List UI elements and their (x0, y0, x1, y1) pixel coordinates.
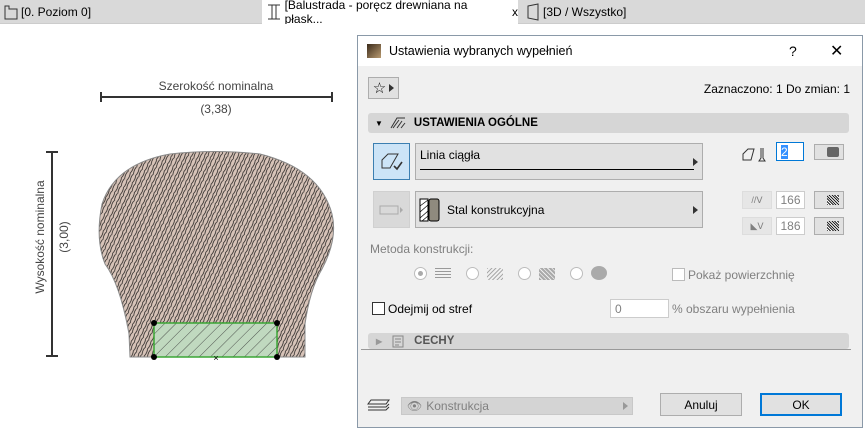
eye-icon: 👁 (407, 399, 423, 413)
tab-label: [0. Poziom 0] (21, 5, 92, 19)
3d-view-icon (527, 3, 539, 21)
bg-pen-icon: ◣ᐯ (742, 217, 772, 235)
help-button[interactable]: ? (789, 43, 797, 59)
fill-icon (390, 117, 406, 129)
section-general-header[interactable]: ▼ USTAWIENIA OGÓLNE (368, 113, 849, 133)
svg-text:×: × (213, 353, 218, 363)
width-value: (3,38) (200, 102, 232, 116)
contour-pen-icon (742, 148, 766, 162)
tab-floor-plan[interactable]: [0. Poziom 0] (0, 0, 262, 24)
ok-button[interactable]: OK (760, 393, 842, 416)
section-title: CECHY (414, 335, 455, 347)
close-button[interactable]: ✕ (830, 41, 843, 61)
app-icon (367, 44, 381, 58)
fill-category-button (373, 191, 410, 228)
method-radio-vectorial[interactable] (466, 267, 479, 280)
line-type-label: Linia ciągła (420, 148, 481, 162)
height-value: (3,00) (57, 221, 71, 253)
contour-toggle-button[interactable] (373, 143, 410, 180)
drawing-canvas[interactable]: × Szerokość nominalna (3,38) Wysokość no… (0, 24, 357, 428)
contour-pen-color-button[interactable] (814, 144, 844, 160)
building-material-dropdown[interactable]: Stal konstrukcyjna (415, 191, 703, 228)
gradient-fill-icon (591, 266, 607, 280)
line-preview (420, 169, 694, 170)
height-label: Wysokość nominalna (33, 180, 47, 294)
properties-icon (392, 335, 404, 347)
expand-icon: ▶ (376, 336, 383, 346)
cancel-button[interactable]: Anuluj (660, 393, 742, 416)
dialog-title: Ustawienia wybranych wypełnień (389, 44, 573, 58)
method-radio-image[interactable] (518, 267, 531, 280)
tab-3d[interactable]: [3D / Wszystko] (522, 0, 722, 24)
line-type-dropdown[interactable]: Linia ciągła (415, 143, 703, 180)
method-radio-solid[interactable] (414, 267, 427, 280)
solid-fill-icon (435, 268, 451, 280)
layers-icon (367, 399, 390, 411)
collapse-icon: ▼ (375, 118, 383, 128)
show-surface-checkbox[interactable] (672, 268, 685, 281)
divider (361, 349, 851, 350)
section-properties-header[interactable]: ▶ CECHY (368, 333, 849, 349)
bg-pen-color-button[interactable] (814, 217, 844, 235)
width-label: Szerokość nominalna (158, 79, 274, 93)
tab-label: [3D / Wszystko] (543, 5, 627, 19)
selection-status: Zaznaczono: 1 Do zmian: 1 (703, 82, 850, 96)
method-radio-gradient[interactable] (570, 267, 583, 280)
floor-plan-icon (4, 5, 18, 20)
fg-pen-color-button[interactable] (814, 191, 844, 209)
contour-icon (381, 153, 403, 170)
fill-settings-dialog: Ustawienia wybranych wypełnień ? ✕ ☆ Zaz… (357, 35, 863, 428)
tab-close-button[interactable]: x (512, 5, 518, 19)
subtract-zones-checkbox[interactable] (372, 302, 385, 315)
tab-bar: [0. Poziom 0] [Balustrada - poręcz drewn… (0, 0, 865, 26)
material-icon (419, 198, 440, 221)
contour-pen-input[interactable]: 2 (776, 142, 804, 161)
layer-dropdown[interactable]: 👁 Konstrukcja (401, 397, 633, 415)
tab-label: [Balustrada - poręcz drewniana na płask.… (284, 0, 468, 26)
dialog-titlebar[interactable]: Ustawienia wybranych wypełnień ? ✕ (358, 36, 862, 66)
favorites-button[interactable]: ☆ (368, 77, 399, 99)
section-title: USTAWIENIA OGÓLNE (413, 117, 538, 129)
show-surface-label: Pokaż powierzchnię (688, 268, 795, 282)
tab-profile[interactable]: [Balustrada - poręcz drewniana na płask.… (262, 0, 518, 26)
fg-pen-input[interactable]: 166 (776, 191, 805, 209)
layer-label: Konstrukcja (426, 399, 489, 413)
construction-method-label: Metoda konstrukcji: (370, 242, 474, 256)
percent-label: % obszaru wypełnienia (672, 302, 795, 316)
fill-category-icon (379, 205, 403, 214)
bg-pen-input[interactable]: 186 (776, 217, 805, 235)
image-fill-icon (539, 268, 555, 280)
width-dimension (100, 92, 333, 102)
percent-input[interactable]: 0 (610, 299, 669, 318)
vectorial-fill-icon (487, 268, 503, 280)
material-label: Stal konstrukcyjna (447, 202, 545, 217)
subtract-zones-label: Odejmij od stref (388, 302, 473, 316)
fg-pen-icon: //ᐯ (742, 191, 772, 209)
selected-fill (153, 322, 278, 358)
profile-icon (268, 4, 280, 20)
star-icon: ☆ (372, 80, 387, 97)
